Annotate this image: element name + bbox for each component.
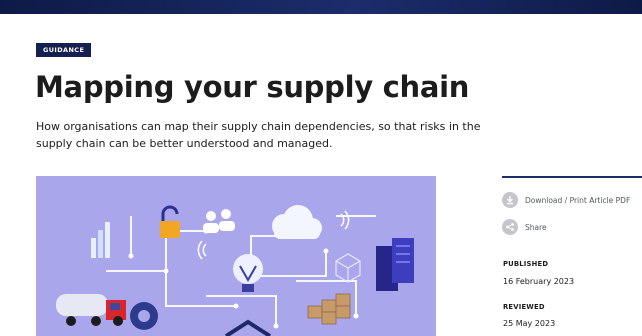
reviewed-date: 25 May 2023 (503, 319, 556, 328)
tanker-truck-icon (56, 294, 126, 326)
published-label: PUBLISHED (503, 260, 549, 268)
bar-chart-icon (91, 222, 110, 258)
download-icon (502, 192, 518, 208)
page-title: Mapping your supply chain (35, 70, 470, 104)
cloud-icon (272, 205, 322, 239)
padlock-icon (160, 205, 180, 238)
site-header-bar (0, 0, 642, 14)
download-pdf-label: Download / Print Article PDF (525, 195, 631, 205)
published-date: 16 February 2023 (503, 277, 575, 286)
network-illustration (56, 205, 414, 336)
boxes-icon (307, 293, 351, 325)
hero-illustration (36, 176, 436, 336)
page-summary: How organisations can map their supply c… (36, 120, 481, 150)
people-icon (203, 209, 235, 233)
reviewed-label: REVIEWED (503, 303, 545, 311)
share-label: Share (525, 222, 547, 232)
sidebar-divider (502, 176, 642, 178)
server-rack-icon (376, 238, 414, 291)
cube-icon (335, 253, 361, 283)
gear-icon (130, 302, 158, 330)
lightbulb-icon (233, 254, 263, 292)
download-pdf-link[interactable]: Download / Print Article PDF (502, 192, 630, 208)
share-link[interactable]: Share (502, 219, 547, 235)
share-icon (502, 219, 518, 235)
content-type-tag: GUIDANCE (36, 43, 92, 57)
